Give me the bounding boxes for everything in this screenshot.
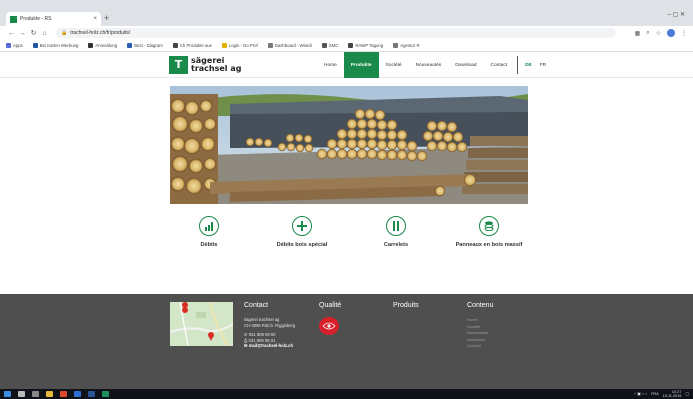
- profile-avatar[interactable]: [667, 29, 675, 37]
- footer-contenu: Contenu Home Société Nouveautés Download…: [467, 302, 493, 350]
- tab-title: Produkte - RS: [20, 16, 52, 22]
- bookmark-icon: [267, 43, 273, 48]
- notification-icon[interactable]: ▢: [685, 392, 689, 396]
- nav-contact[interactable]: Contact: [484, 52, 515, 78]
- logo-line-2: trachsel ag: [191, 63, 242, 73]
- browser-tab[interactable]: Produkte - RS ×: [6, 12, 101, 26]
- lock-icon: 🔒: [61, 30, 68, 36]
- category-panneaux[interactable]: Panneaux en bois massif: [434, 216, 544, 248]
- bookmark-item[interactable]: RAWP Tagung: [348, 43, 383, 48]
- category-label: Panneaux en bois massif: [455, 242, 523, 248]
- bookmark-icon: [88, 43, 94, 48]
- browser-toolbar: ← → ↻ ⌂ 🔒 trachsel-holz.ch/fr/produits/ …: [0, 26, 693, 40]
- site-logo[interactable]: T sägerei trachsel ag: [169, 55, 241, 74]
- logo-mark-icon: T: [169, 55, 188, 74]
- url-text: trachsel-holz.ch/fr/produits/: [70, 30, 131, 36]
- new-tab-button[interactable]: +: [104, 12, 109, 24]
- sawmill-photo: [170, 86, 528, 204]
- system-tray: ^ ▣ ⌁ ♪ FRA 10:27 15.11.2019 ▢: [634, 390, 689, 398]
- nav-download[interactable]: Download: [448, 52, 483, 78]
- zoom-icon[interactable]: ⌕: [646, 30, 649, 37]
- forward-icon[interactable]: →: [17, 30, 28, 37]
- bookmark-icon: [221, 43, 227, 48]
- hero-image: [170, 86, 528, 204]
- word-icon[interactable]: [88, 391, 95, 397]
- site-footer: Contact sägerei trachsel ag CH-3095 Rüti…: [0, 294, 693, 389]
- clock-date: 15.11.2019: [662, 394, 682, 398]
- nav-divider: [517, 56, 519, 74]
- bookmark-item[interactable]: Agentur R: [393, 43, 420, 48]
- plus-icon: [292, 216, 312, 236]
- extension-icon[interactable]: ▦: [635, 30, 641, 37]
- task-view-icon[interactable]: [32, 391, 39, 397]
- bookmark-item[interactable]: SMC: [321, 43, 338, 48]
- lang-de[interactable]: DE: [521, 63, 536, 68]
- lang-fr[interactable]: FR: [536, 63, 550, 68]
- footer-produits-title: Produits: [393, 302, 419, 309]
- bookmark-icon: [172, 43, 178, 48]
- bar-chart-icon: [199, 216, 219, 236]
- back-icon[interactable]: ←: [6, 30, 17, 37]
- bookmark-item[interactable]: Best - Diagram: [127, 43, 163, 48]
- nav-home[interactable]: Home: [317, 52, 344, 78]
- bookmark-icon: [6, 43, 11, 48]
- site-header: T sägerei trachsel ag Home Produkte Soci…: [0, 52, 693, 78]
- bookmark-icon: [348, 43, 354, 48]
- input-language[interactable]: FRA: [651, 392, 659, 396]
- footer-quality: Qualité: [319, 302, 341, 335]
- browser-chrome: Produkte - RS × + – ▢ ✕ ← → ↻ ⌂ 🔒 trachs…: [0, 0, 693, 52]
- bookmark-icon: [32, 43, 38, 48]
- footer-contact-title: Contact: [244, 302, 269, 309]
- footer-address: CH-3095 Rüti b. Riggisberg: [244, 322, 296, 328]
- bookmark-item[interactable]: Dashboard - Wiredi: [267, 43, 312, 48]
- favicon-icon: [10, 15, 17, 23]
- nav-nouveautes[interactable]: Nouveautés: [409, 52, 449, 78]
- bookmark-item[interactable]: Ch Produkte aus: [172, 43, 212, 48]
- footer-email-row[interactable]: ✉ mail@trachsel-holz.ch: [244, 343, 295, 349]
- tab-bar: Produkte - RS × + – ▢ ✕: [0, 8, 693, 26]
- windows-start-icon[interactable]: [4, 391, 11, 397]
- menu-icon[interactable]: ⋮: [681, 30, 687, 37]
- nav-produkte[interactable]: Produkte: [343, 52, 379, 78]
- reload-icon[interactable]: ↻: [28, 29, 39, 37]
- bookmark-item[interactable]: Apps: [6, 43, 23, 48]
- bookmarks-bar: Apps Bei Karten Werbung Anmeldung Best -…: [0, 40, 693, 52]
- tray-icons[interactable]: ^ ▣ ⌁ ♪: [634, 392, 647, 396]
- clock[interactable]: 10:27 15.11.2019: [663, 390, 682, 398]
- home-icon[interactable]: ⌂: [39, 30, 50, 37]
- product-categories: Débits Débits bois spécial Carrelets Pan…: [170, 216, 528, 256]
- bookmark-item[interactable]: Login - Do Prof: [221, 43, 258, 48]
- bookmark-item[interactable]: Bei Karten Werbung: [32, 43, 78, 48]
- chrome-icon[interactable]: [60, 391, 67, 397]
- footer-contact: Contact sägerei trachsel ag CH-3095 Rüti…: [244, 302, 295, 349]
- address-bar[interactable]: 🔒 trachsel-holz.ch/fr/produits/: [56, 28, 616, 38]
- file-explorer-icon[interactable]: [46, 391, 53, 397]
- quality-seal-icon[interactable]: [319, 317, 339, 335]
- footer-link-contact[interactable]: Contact: [467, 343, 493, 350]
- star-icon[interactable]: ☆: [656, 30, 661, 37]
- search-icon[interactable]: [18, 391, 25, 397]
- nav-societe[interactable]: Société: [379, 52, 409, 78]
- bookmark-item[interactable]: Anmeldung: [88, 43, 117, 48]
- pause-icon: [386, 216, 406, 236]
- bookmark-icon: [321, 43, 327, 48]
- footer-contenu-title: Contenu: [467, 302, 494, 309]
- location-map[interactable]: [170, 302, 233, 346]
- os-taskbar: ^ ▣ ⌁ ♪ FRA 10:27 15.11.2019 ▢: [0, 389, 693, 399]
- main-nav: Home Produkte Société Nouveautés Downloa…: [317, 52, 550, 78]
- window-controls[interactable]: – ▢ ✕: [668, 11, 685, 18]
- stack-icon: [479, 216, 499, 236]
- excel-icon[interactable]: [102, 391, 109, 397]
- bookmark-icon: [127, 43, 133, 48]
- tab-close-icon[interactable]: ×: [93, 16, 97, 22]
- footer-quality-title: Qualité: [319, 302, 342, 309]
- logo-text: sägerei trachsel ag: [191, 57, 241, 72]
- footer-produits: Produits: [393, 302, 419, 317]
- outlook-icon[interactable]: [74, 391, 81, 397]
- bookmark-icon: [393, 43, 399, 48]
